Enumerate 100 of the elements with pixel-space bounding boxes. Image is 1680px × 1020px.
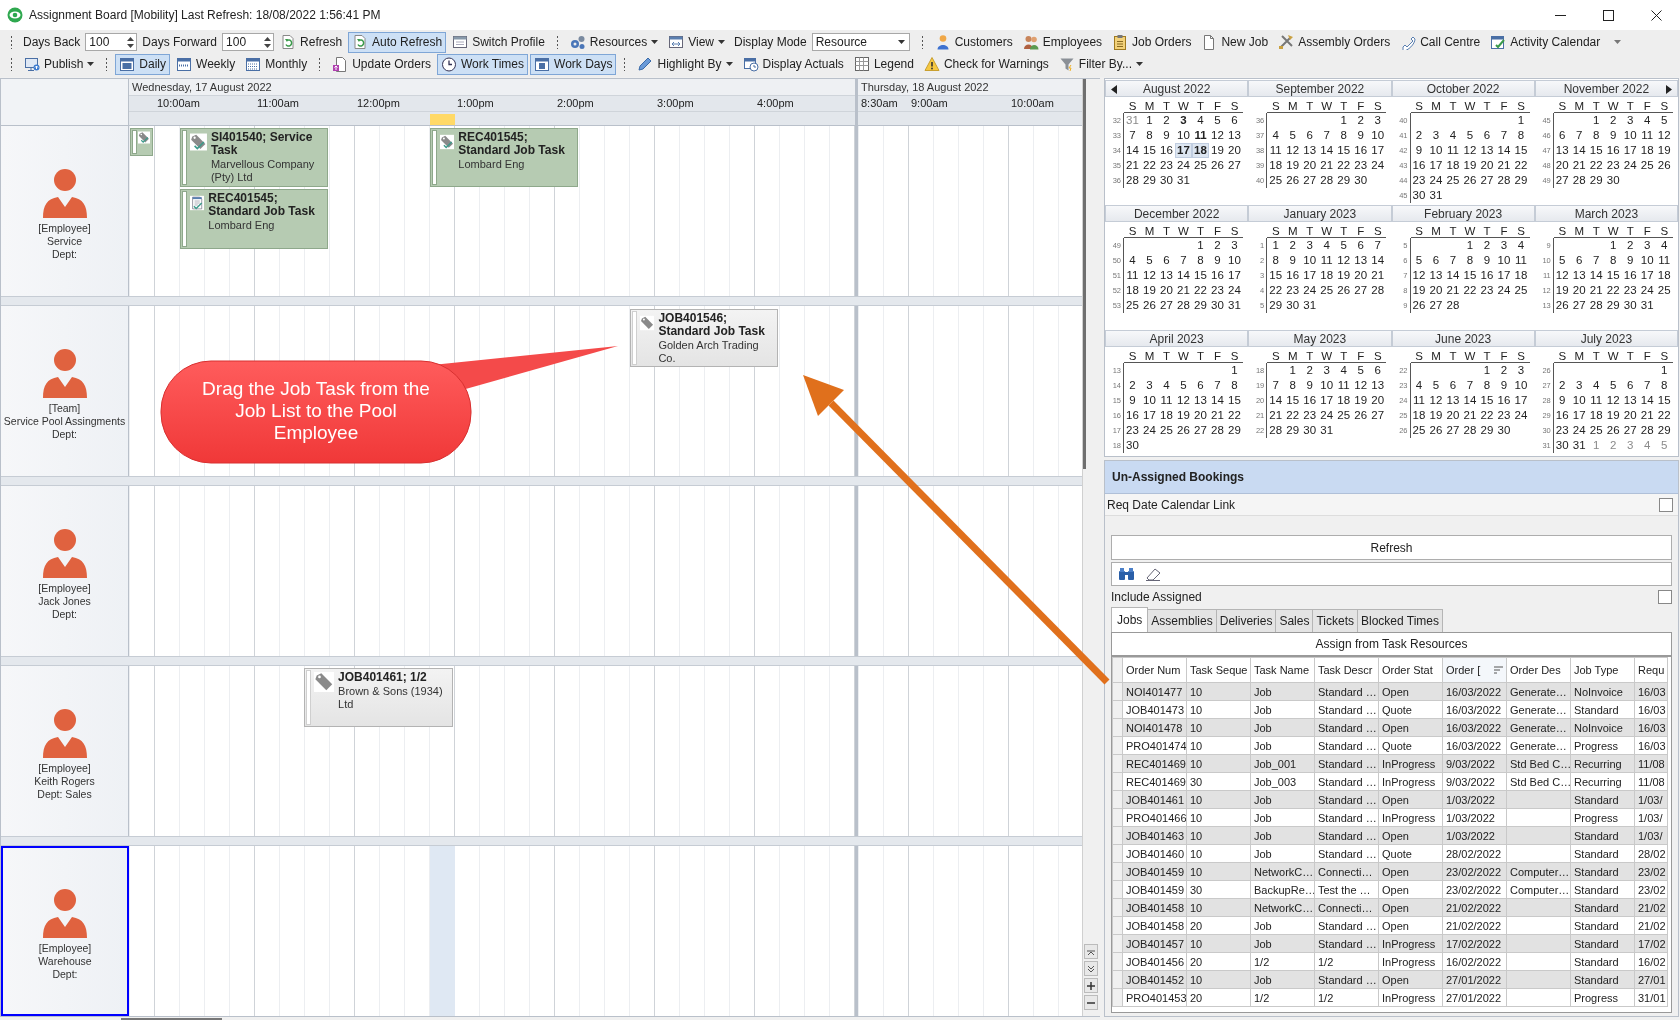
calendar-day[interactable]: 12 <box>1427 393 1445 408</box>
toolbar-button[interactable]: Display Actuals <box>738 53 848 75</box>
column-header[interactable]: Requ <box>1634 657 1668 683</box>
calendar-day[interactable]: 22 <box>1335 158 1353 173</box>
calendar-day[interactable]: 9 <box>1621 253 1639 268</box>
calendar-day[interactable]: 18 <box>1192 143 1209 158</box>
calendar-day[interactable]: 14 <box>1638 393 1656 408</box>
calendar-day[interactable]: 15 <box>1141 143 1158 158</box>
calendar-day[interactable]: 2 <box>1124 378 1141 393</box>
calendar-day[interactable]: 4 <box>1158 378 1175 393</box>
calendar-day[interactable]: 8 <box>1655 378 1673 393</box>
calendar-day[interactable]: 3 <box>1621 438 1639 453</box>
calendar-day[interactable]: 10 <box>1301 253 1319 268</box>
calendar-day[interactable]: 20 <box>1226 143 1243 158</box>
calendar-day[interactable]: 13 <box>1444 393 1462 408</box>
tab[interactable]: Tickets <box>1312 609 1358 632</box>
toolbar-button[interactable]: Customers <box>930 31 1017 53</box>
calendar-day[interactable]: 1 <box>1512 113 1530 128</box>
calendar-day[interactable]: 13 <box>1158 268 1175 283</box>
calendar-day[interactable]: 28 <box>1461 423 1479 438</box>
find-button[interactable] <box>1118 567 1135 581</box>
row-header[interactable] <box>1112 916 1123 935</box>
calendar-day[interactable]: 20 <box>1427 283 1445 298</box>
calendar-day[interactable]: 22 <box>1478 408 1496 423</box>
calendar-day[interactable]: 29 <box>1226 423 1243 438</box>
calendar-day[interactable]: 20 <box>1478 158 1496 173</box>
calendar-day[interactable]: 28 <box>1570 173 1588 188</box>
calendar-day[interactable]: 11 <box>1267 143 1285 158</box>
calendar-day[interactable]: 21 <box>1461 408 1479 423</box>
calendar-day[interactable]: 31 <box>1124 113 1141 128</box>
booking-card[interactable]: JOB401461; 1/2 Brown & Sons (1934) Ltd <box>304 668 453 727</box>
calendar-day[interactable]: 21 <box>1444 283 1462 298</box>
calendar-day[interactable]: 12 <box>1461 143 1479 158</box>
calendar-day[interactable]: 30 <box>1301 423 1319 438</box>
menu-button[interactable]: View <box>664 31 729 53</box>
calendar-day[interactable]: 7 <box>1124 128 1141 143</box>
calendar-day[interactable]: 1 <box>1141 113 1158 128</box>
calendar-day[interactable]: 10 <box>1141 393 1158 408</box>
calendar-day[interactable]: 27 <box>1158 298 1175 313</box>
row-header[interactable] <box>1112 790 1123 809</box>
calendar-day[interactable]: 25 <box>1192 158 1209 173</box>
row-header[interactable] <box>1112 718 1123 737</box>
calendar-day[interactable]: 22 <box>1655 408 1673 423</box>
calendar-day[interactable]: 29 <box>1655 423 1673 438</box>
calendar-day[interactable]: 7 <box>1587 253 1605 268</box>
calendar-day[interactable]: 14 <box>1175 268 1192 283</box>
calendar-day[interactable]: 30 <box>1352 173 1370 188</box>
calendar-day[interactable]: 7 <box>1175 253 1192 268</box>
calendar-day[interactable]: 7 <box>1495 128 1513 143</box>
calendar-day[interactable]: 4 <box>1318 238 1336 253</box>
zoom-in-button[interactable] <box>1084 978 1098 993</box>
calendar-day[interactable]: 17 <box>1621 143 1639 158</box>
calendar-day[interactable]: 11 <box>1335 378 1353 393</box>
calendar-day[interactable]: 15 <box>1461 268 1479 283</box>
calendar-day[interactable]: 7 <box>1444 253 1462 268</box>
row-header[interactable] <box>1112 772 1123 791</box>
calendar-day[interactable]: 15 <box>1655 393 1673 408</box>
calendar-day[interactable]: 20 <box>1301 158 1319 173</box>
calendar-day[interactable]: 31 <box>1301 298 1319 313</box>
calendar-day[interactable]: 27 <box>1352 283 1370 298</box>
calendar-day[interactable]: 21 <box>1318 158 1336 173</box>
column-header[interactable]: Order [ <box>1442 657 1507 683</box>
calendar-day[interactable]: 11 <box>1192 128 1209 143</box>
calendar-day[interactable]: 20 <box>1352 268 1370 283</box>
calendar-day[interactable]: 17 <box>1512 393 1530 408</box>
calendar-day[interactable]: 19 <box>1553 283 1571 298</box>
calendar-day[interactable]: 2 <box>1495 363 1513 378</box>
calendar-day[interactable]: 27 <box>1369 408 1387 423</box>
calendar-day[interactable]: 9 <box>1553 393 1571 408</box>
calendar-day[interactable]: 4 <box>1192 113 1209 128</box>
calendar-day[interactable]: 22 <box>1226 408 1243 423</box>
resource-cell[interactable]: [Employee] Warehouse Dept: <box>1 846 129 1016</box>
column-header[interactable]: Task Name <box>1250 657 1315 683</box>
calendar-day[interactable]: 5 <box>1352 363 1370 378</box>
calendar-day[interactable]: 19 <box>1461 158 1479 173</box>
calendar-day[interactable]: 24 <box>1427 173 1445 188</box>
calendar-day[interactable]: 29 <box>1512 173 1530 188</box>
calendar-day[interactable]: 28 <box>1124 173 1141 188</box>
calendar-day[interactable]: 19 <box>1427 408 1445 423</box>
calendar-day[interactable]: 2 <box>1410 128 1428 143</box>
calendar-day[interactable]: 2 <box>1604 113 1622 128</box>
refresh-button[interactable]: Refresh <box>1111 535 1672 560</box>
calendar-day[interactable]: 19 <box>1655 143 1673 158</box>
toolbar-button[interactable]: Weekly <box>172 53 240 75</box>
calendar-day[interactable]: 6 <box>1369 363 1387 378</box>
calendar-day[interactable]: 17 <box>1570 408 1588 423</box>
calendar-day[interactable]: 9 <box>1209 253 1226 268</box>
scroll-top-button[interactable] <box>1084 944 1098 959</box>
calendar-day[interactable]: 25 <box>1267 173 1285 188</box>
calendar-day[interactable]: 24 <box>1369 158 1387 173</box>
spin-field[interactable]: 100 <box>222 33 275 51</box>
calendar-day[interactable]: 19 <box>1141 283 1158 298</box>
calendar-day[interactable]: 12 <box>1141 268 1158 283</box>
booking-card[interactable]: REC401545; Standard Job Task Lombard Eng <box>430 128 578 187</box>
calendar-day[interactable]: 24 <box>1301 283 1319 298</box>
calendar-day[interactable]: 6 <box>1621 378 1639 393</box>
calendar-day[interactable]: 6 <box>1301 128 1319 143</box>
row-header[interactable] <box>1112 682 1123 701</box>
toolbar-button[interactable]: New Job <box>1197 31 1273 53</box>
calendar-day[interactable]: 15 <box>1587 143 1605 158</box>
